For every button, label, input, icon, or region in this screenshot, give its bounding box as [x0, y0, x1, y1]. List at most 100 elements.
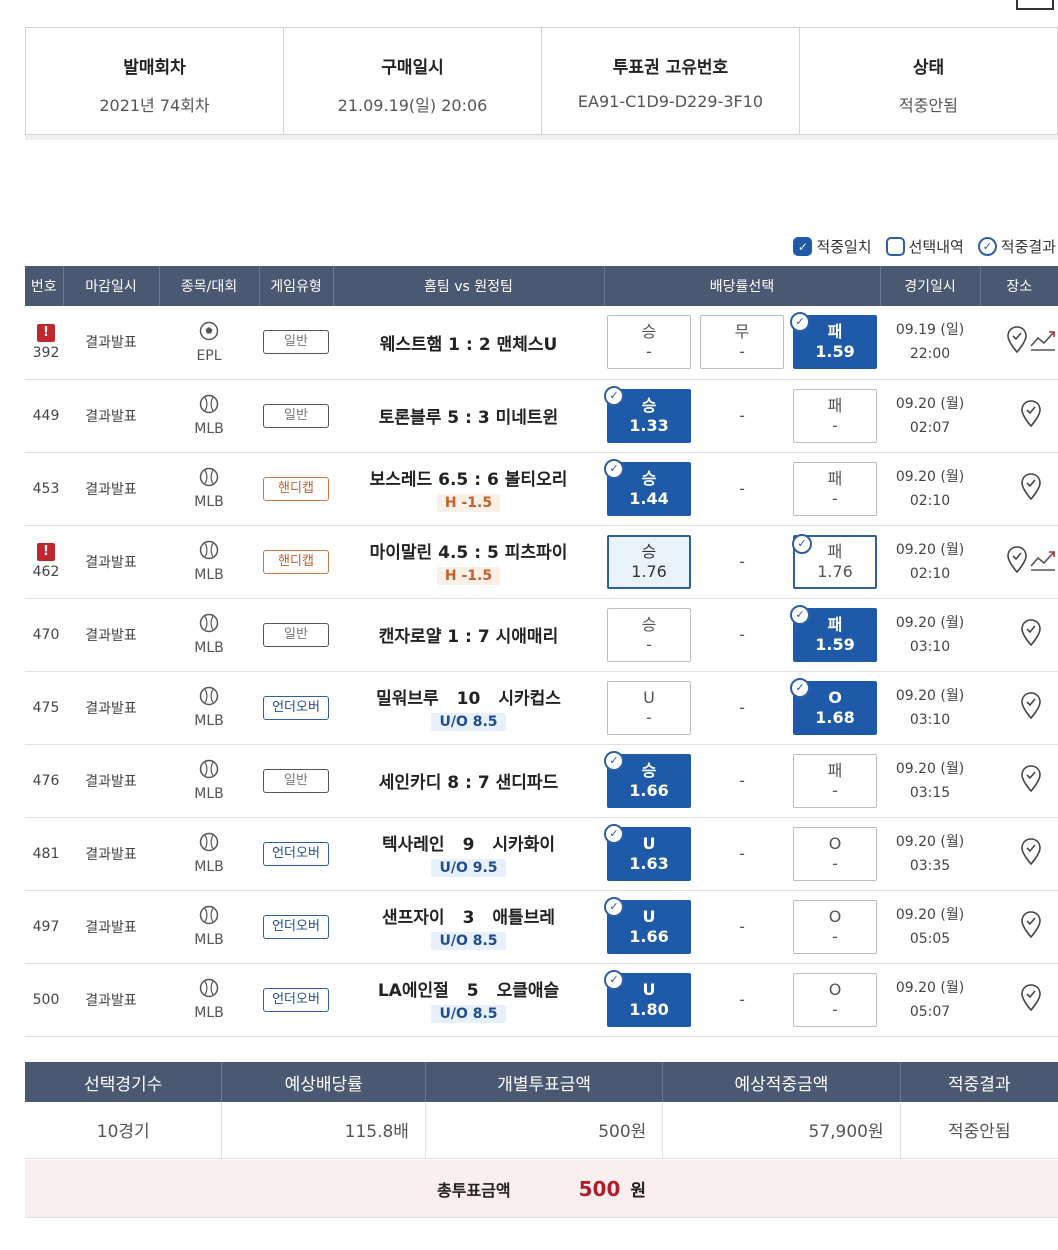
- odds-option-away[interactable]: O 1.68 ✓: [790, 677, 877, 735]
- deadline-cell: 결과발표: [63, 452, 159, 526]
- check-circle-icon: ✓: [604, 823, 624, 844]
- odds-option-away[interactable]: O-: [793, 826, 877, 881]
- away-team: 6 볼티오리: [487, 470, 568, 490]
- odds-option-away[interactable]: O-: [793, 899, 877, 954]
- game-type-cell: 언더오버: [259, 963, 333, 1037]
- odds-option-away[interactable]: O-: [793, 972, 877, 1027]
- game-date: 09.20 (월): [895, 614, 965, 631]
- game-time: 05:05: [909, 930, 951, 947]
- game-time: 03:10: [909, 638, 951, 655]
- totals-header-row: 선택경기수 예상배당률 개별투표금액 예상적중금액 적중결과: [25, 1062, 1058, 1102]
- location-pin-icon[interactable]: [1020, 983, 1042, 1017]
- odds-option-home[interactable]: U-: [607, 680, 691, 735]
- odds-option-home[interactable]: 승 1.44 ✓: [604, 458, 691, 516]
- odds-option-home[interactable]: 승-: [607, 315, 691, 370]
- header-odds: 배당률선택: [604, 266, 881, 306]
- odds-value: 1.76: [817, 561, 853, 581]
- odds-label: 패: [827, 541, 843, 561]
- location-pin-icon[interactable]: [1006, 325, 1028, 359]
- match-teams: LA에인절 5 오클애슬: [333, 976, 604, 1001]
- trend-chart-icon[interactable]: [1029, 328, 1057, 356]
- home-team: 보스레드 6.5: [369, 470, 469, 490]
- sport-cell: MLB: [159, 744, 259, 818]
- odds-cell: U 1.80 ✓ - O -: [604, 963, 880, 1037]
- deadline-text: 결과발표: [85, 627, 137, 644]
- game-date: 09.20 (월): [895, 979, 965, 996]
- odds-option-home[interactable]: 승 1.76: [607, 534, 691, 589]
- game-number-cell: 476: [25, 744, 63, 818]
- match-teams: 텍사레인 9 시카화이: [333, 830, 604, 855]
- league-label: MLB: [194, 932, 224, 948]
- odds-option-away[interactable]: 패 1.76 ✓: [792, 533, 877, 589]
- odds-option-draw[interactable]: 무-: [700, 315, 784, 370]
- baseball-icon: [159, 832, 259, 857]
- odds-option-away[interactable]: 패 1.59 ✓: [790, 604, 877, 662]
- league-label: MLB: [194, 859, 224, 875]
- location-pin-icon[interactable]: [1020, 472, 1042, 506]
- odds-option-home[interactable]: U 1.80 ✓: [604, 969, 691, 1027]
- odds-label: O: [828, 833, 842, 853]
- odds-option-away[interactable]: 패 1.59 ✓: [790, 312, 877, 370]
- grand-total-label: 총투표금액: [437, 1180, 511, 1200]
- match-teams: 웨스트햄 1:2 맨체스U: [333, 330, 604, 355]
- home-team: 웨스트햄 1: [379, 334, 460, 355]
- odds-cell: 승 1.66 ✓ - 패 -: [604, 744, 880, 818]
- table-row: 476 결과발표 MLB 일반 세인카디 8:7 샌디파드 승 1.66 ✓ - 패 -09.20 …: [25, 744, 1058, 818]
- odds-cell: 승 1.76 - 패 1.76 ✓: [604, 525, 880, 599]
- odds-cell: 승 1.33 ✓ - 패 -: [604, 379, 880, 453]
- odds-value: -: [832, 853, 838, 873]
- odds-empty: -: [739, 552, 745, 571]
- odds-option-away[interactable]: 패-: [793, 753, 877, 808]
- odds-cell: 승 1.44 ✓ - 패 -: [604, 452, 880, 526]
- odds-option-away[interactable]: 패-: [793, 388, 877, 443]
- odds-option-home[interactable]: U 1.63 ✓: [604, 823, 691, 881]
- totals-result: 적중안됨: [900, 1102, 1058, 1159]
- location-pin-icon[interactable]: [1020, 618, 1042, 652]
- game-time: 02:10: [909, 565, 951, 582]
- odds-label: 승: [641, 395, 657, 415]
- location-pin-icon[interactable]: [1020, 764, 1042, 798]
- deadline-text: 결과발표: [85, 992, 137, 1009]
- totals-header-result: 적중결과: [900, 1062, 1058, 1102]
- sport-cell: MLB: [159, 525, 259, 599]
- line-tag-wrap: U/O 9.5: [333, 855, 604, 877]
- location-pin-icon[interactable]: [1006, 545, 1028, 579]
- game-number: 475: [32, 699, 60, 716]
- deadline-cell: 결과발표: [63, 525, 159, 599]
- game-date-cell: 09.20 (월) 03:35: [880, 817, 980, 891]
- odds-label: 패: [827, 322, 843, 342]
- odds-option-home[interactable]: 승 1.33 ✓: [604, 385, 691, 443]
- match-teams: 밀워브루 10 시카컵스: [333, 684, 604, 709]
- odds-option-home[interactable]: 승-: [607, 607, 691, 662]
- baseball-icon: [159, 467, 259, 492]
- odds-value: -: [832, 488, 838, 508]
- sport-cell: MLB: [159, 598, 259, 672]
- place-cell: [980, 525, 1058, 599]
- baseball-icon: [159, 978, 259, 1003]
- location-pin-icon[interactable]: [1020, 691, 1042, 725]
- odds-label: 패: [827, 760, 843, 780]
- location-pin-icon[interactable]: [1020, 910, 1042, 944]
- odds-option-home[interactable]: U 1.66 ✓: [604, 896, 691, 954]
- location-pin-icon[interactable]: [1020, 837, 1042, 871]
- table-row: 500 결과발표 MLB 언더오버 LA에인절 5 오클애슬 U/O 8.5 U 1.80 ✓ - O -…: [25, 963, 1058, 1037]
- match-cell: 웨스트햄 1:2 맨체스U: [333, 306, 604, 380]
- odds-value: 1.59: [815, 634, 855, 654]
- location-pin-icon[interactable]: [1020, 399, 1042, 433]
- table-row: 449 결과발표 MLB 일반 토론블루 5:3 미네트윈 승 1.33 ✓ - 패 -09.20 …: [25, 379, 1058, 453]
- game-number-cell: ! 392: [25, 306, 63, 380]
- odds-label: 승: [641, 468, 657, 488]
- odds-option-home[interactable]: 승 1.66 ✓: [604, 750, 691, 808]
- odds-option-away[interactable]: 패-: [793, 461, 877, 516]
- summary-status-value: 적중안됨: [899, 96, 958, 115]
- game-type-cell: 핸디캡: [259, 452, 333, 526]
- legend: ✓ 적중일치 선택내역 ✓ 적중결과: [793, 236, 1056, 257]
- match-teams: 마이말린 4.5:5 피츠파이: [333, 538, 604, 563]
- line-tag-wrap: U/O 8.5: [333, 928, 604, 950]
- odds-label: 승: [641, 760, 657, 780]
- summary-status: 상태 적중안됨: [800, 28, 1057, 134]
- check-circle-icon: ✓: [792, 533, 812, 554]
- score-separator: :: [465, 627, 472, 647]
- collapse-button[interactable]: [1016, 0, 1054, 10]
- trend-chart-icon[interactable]: [1029, 548, 1057, 576]
